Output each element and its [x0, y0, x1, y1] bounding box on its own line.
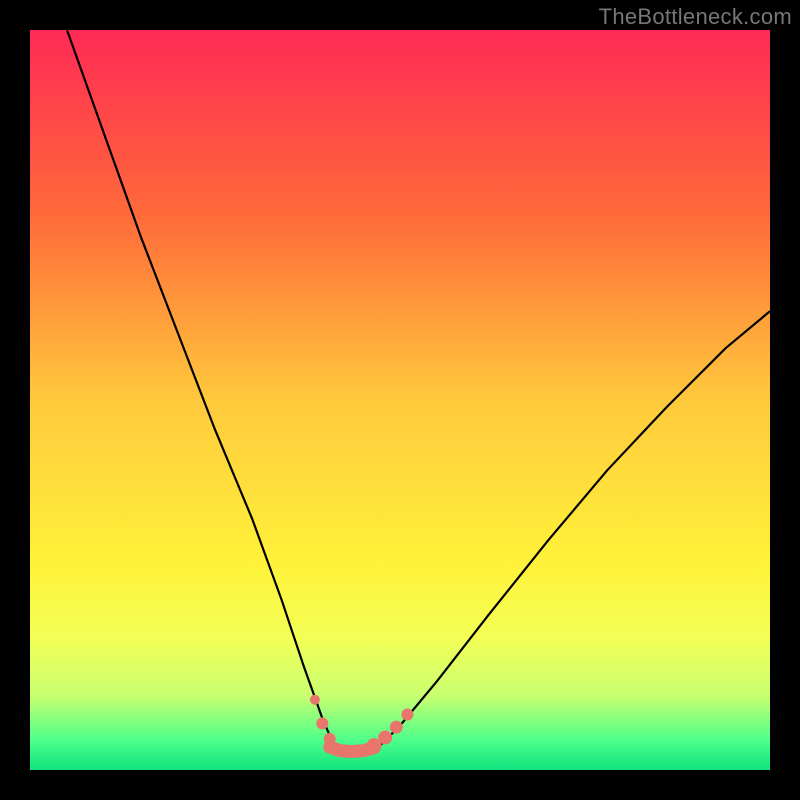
bottom-marker [316, 717, 328, 729]
bottom-marker [324, 733, 336, 745]
bottom-marker [401, 709, 413, 721]
chart-frame [30, 30, 770, 770]
attribution-label: TheBottleneck.com [599, 4, 792, 30]
bottleneck-chart [30, 30, 770, 770]
chart-background [30, 30, 770, 770]
bottom-marker [378, 730, 392, 744]
bottom-marker [390, 721, 403, 734]
bottom-marker [310, 695, 320, 705]
